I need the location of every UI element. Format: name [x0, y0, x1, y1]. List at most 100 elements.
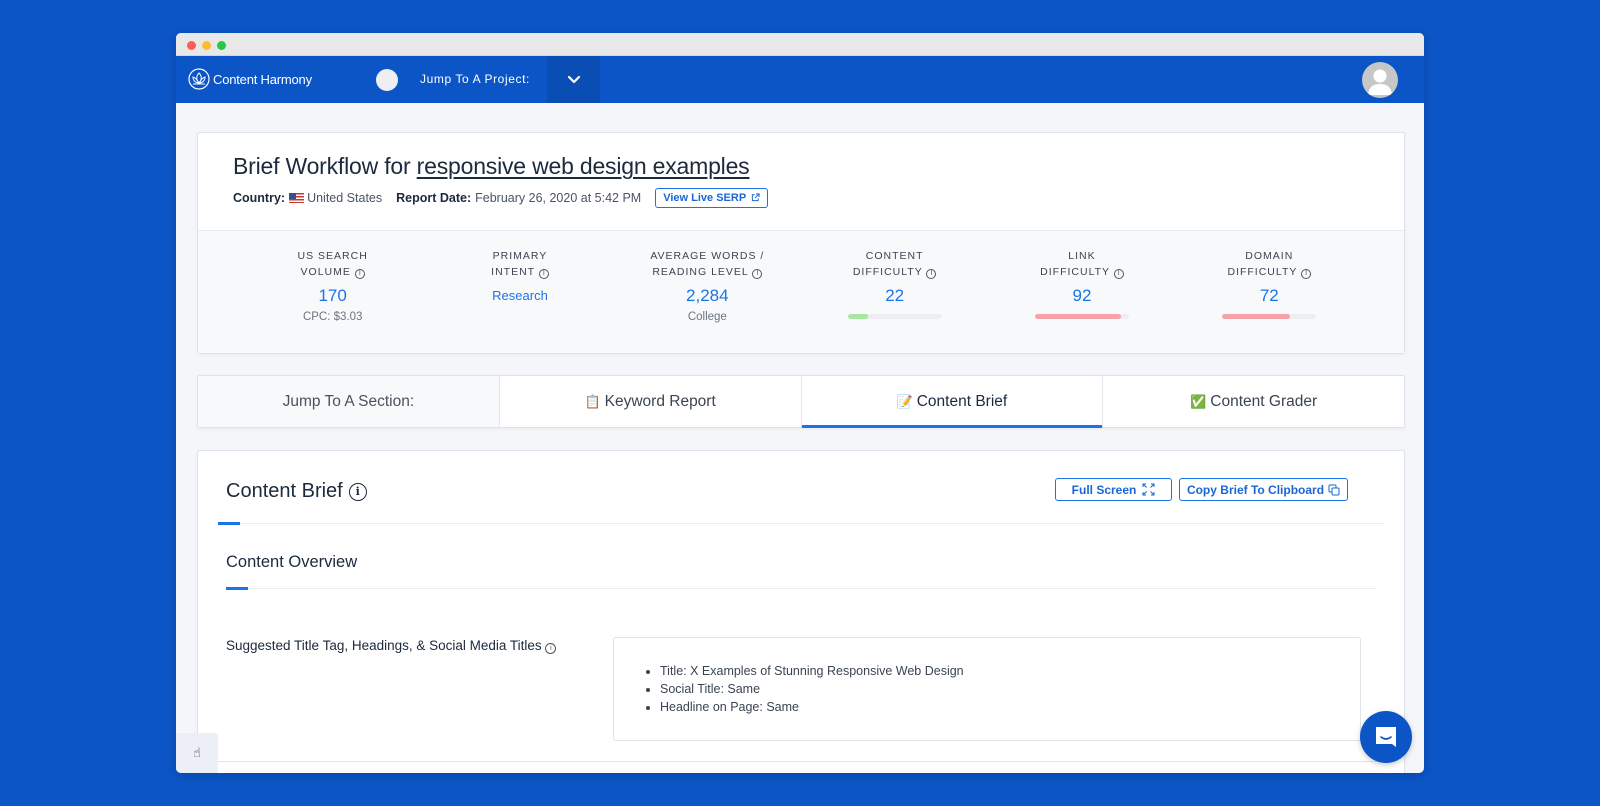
tab-label: Content Grader: [1210, 392, 1318, 410]
difficulty-bar-fill: [1222, 314, 1290, 319]
stat-sub: College: [687, 311, 727, 323]
pointing-hand-icon[interactable]: ☝: [176, 733, 218, 773]
stat-link-difficulty: Link Difficulty i 92: [988, 231, 1175, 353]
stat-label: Difficulty: [852, 266, 923, 278]
info-icon[interactable]: i: [348, 482, 367, 501]
list-item: Headline on Page: Same: [660, 698, 1360, 716]
list-item: Social Title: Same: [660, 680, 1360, 698]
chat-support-button[interactable]: [1360, 711, 1412, 763]
stat-value: 92: [1072, 286, 1092, 305]
suggested-titles-label: Suggested Title Tag, Headings, & Social …: [226, 638, 557, 654]
check-mark-icon: ✅: [1190, 393, 1207, 409]
brand-logo-link[interactable]: Content Harmony: [188, 68, 312, 90]
difficulty-bar: [1222, 314, 1317, 319]
difficulty-bar: [1034, 314, 1129, 319]
report-date-label: Report Date:: [396, 191, 472, 205]
chevron-down-icon: [567, 75, 580, 84]
keyword-stats: US Search Volume i 170 CPC: $3.03 Primary…: [198, 231, 1404, 353]
content-brief-title: Content Brief: [226, 480, 343, 502]
stat-value: 2,284: [686, 286, 729, 305]
stat-label: Difficulty: [1040, 266, 1110, 278]
info-icon[interactable]: i: [1113, 269, 1124, 279]
section-tabs: Jump To A Section: 📋 Keyword Report 📝 Co…: [197, 375, 1405, 428]
info-icon[interactable]: i: [538, 269, 549, 279]
view-live-serp-label: View Live SERP: [663, 192, 746, 204]
info-icon[interactable]: i: [354, 269, 365, 279]
expand-icon: [1142, 483, 1155, 496]
stat-average-words: Average Words / Reading Level i 2,284 Col…: [614, 231, 801, 353]
difficulty-bar: [847, 314, 942, 319]
stat-value: 22: [885, 286, 905, 305]
stat-label: Intent: [491, 266, 535, 278]
stat-label: Volume: [300, 266, 351, 278]
jump-project-label: Jump To A Project:: [420, 72, 530, 86]
list-item: Title: X Examples of Stunning Responsive…: [660, 662, 1360, 680]
tab-content-brief[interactable]: 📝 Content Brief: [801, 376, 1104, 428]
content-overview-heading: Content Overview: [226, 553, 358, 571]
copy-brief-button[interactable]: Copy Brief To Clipboard: [1179, 478, 1348, 501]
info-icon[interactable]: i: [752, 269, 763, 279]
stat-value: 72: [1259, 286, 1279, 305]
divider-accent: [218, 522, 240, 525]
user-silhouette-icon: [1368, 69, 1392, 95]
minimize-window-button[interactable]: [202, 41, 211, 50]
tab-keyword-report[interactable]: 📋 Keyword Report: [500, 376, 802, 427]
stat-sub: CPC: $3.03: [302, 311, 363, 323]
stat-label: Link: [1068, 250, 1096, 262]
divider: [198, 761, 1384, 762]
window-titlebar: [176, 33, 1424, 56]
page-title-prefix: Brief Workflow for: [233, 153, 411, 179]
tab-label: Keyword Report: [604, 392, 716, 410]
stat-search-volume: US Search Volume i 170 CPC: $3.03: [239, 231, 426, 353]
difficulty-bar-fill: [1034, 314, 1122, 319]
stat-label: US Search: [297, 250, 368, 262]
stat-value: 170: [318, 286, 347, 305]
brand-name: Content Harmony: [213, 71, 312, 87]
report-date-value: February 26, 2020 at 5:42 PM: [475, 191, 642, 205]
copy-brief-label: Copy Brief To Clipboard: [1186, 482, 1325, 497]
info-icon[interactable]: i: [1301, 269, 1312, 279]
country-label: Country:: [233, 191, 286, 205]
stat-label: Content: [865, 250, 924, 262]
suggested-titles-list: Title: X Examples of Stunning Responsive…: [660, 662, 1360, 716]
country-value: United States: [307, 191, 383, 205]
info-icon[interactable]: i: [926, 269, 937, 279]
full-screen-button[interactable]: Full Screen: [1055, 478, 1172, 501]
suggested-titles-box[interactable]: Title: X Examples of Stunning Responsive…: [613, 637, 1361, 741]
stat-primary-intent: Primary Intent i Research: [426, 231, 613, 353]
keyword-link[interactable]: responsive web design examples: [417, 153, 750, 179]
info-icon[interactable]: i: [545, 643, 557, 654]
view-live-serp-button[interactable]: View Live SERP: [655, 188, 769, 208]
divider-accent: [226, 587, 248, 590]
tab-label: Content Brief: [916, 392, 1008, 410]
divider: [218, 523, 1384, 524]
us-flag-icon: [289, 193, 305, 203]
project-status-circle: [376, 69, 398, 91]
project-dropdown-button[interactable]: [547, 56, 600, 103]
content-brief-card: Content Brief i Full Screen Copy Brief T…: [197, 450, 1405, 773]
difficulty-bar-fill: [847, 314, 869, 319]
stat-label: Reading Level: [652, 266, 749, 278]
copy-icon: [1328, 484, 1340, 495]
top-navbar: Content Harmony Jump To A Project:: [176, 56, 1424, 103]
jump-section-label: Jump To A Section:: [198, 376, 500, 427]
external-link-icon: [751, 193, 760, 202]
stat-content-difficulty: Content Difficulty i 22: [801, 231, 988, 353]
intent-link[interactable]: Research: [426, 288, 613, 303]
field-label-text: Suggested Title Tag, Headings, & Social …: [226, 638, 542, 653]
tab-content-grader[interactable]: ✅ Content Grader: [1103, 376, 1404, 427]
divider: [226, 588, 1376, 589]
memo-icon: 📝: [896, 393, 913, 409]
close-window-button[interactable]: [187, 41, 196, 50]
clipboard-icon: 📋: [584, 393, 601, 409]
brief-header-card: Brief Workflow for responsive web design…: [197, 132, 1405, 354]
full-screen-label: Full Screen: [1071, 482, 1137, 497]
maximize-window-button[interactable]: [217, 41, 226, 50]
user-avatar[interactable]: [1362, 62, 1398, 98]
browser-window: Content Harmony Jump To A Project: Brief…: [176, 33, 1424, 773]
chat-icon: [1376, 727, 1396, 747]
stat-domain-difficulty: Domain Difficulty i 72: [1176, 231, 1363, 353]
page-title: Brief Workflow for responsive web design…: [233, 153, 1369, 180]
stat-label: Difficulty: [1227, 266, 1298, 278]
stat-label: Domain: [1245, 250, 1294, 262]
